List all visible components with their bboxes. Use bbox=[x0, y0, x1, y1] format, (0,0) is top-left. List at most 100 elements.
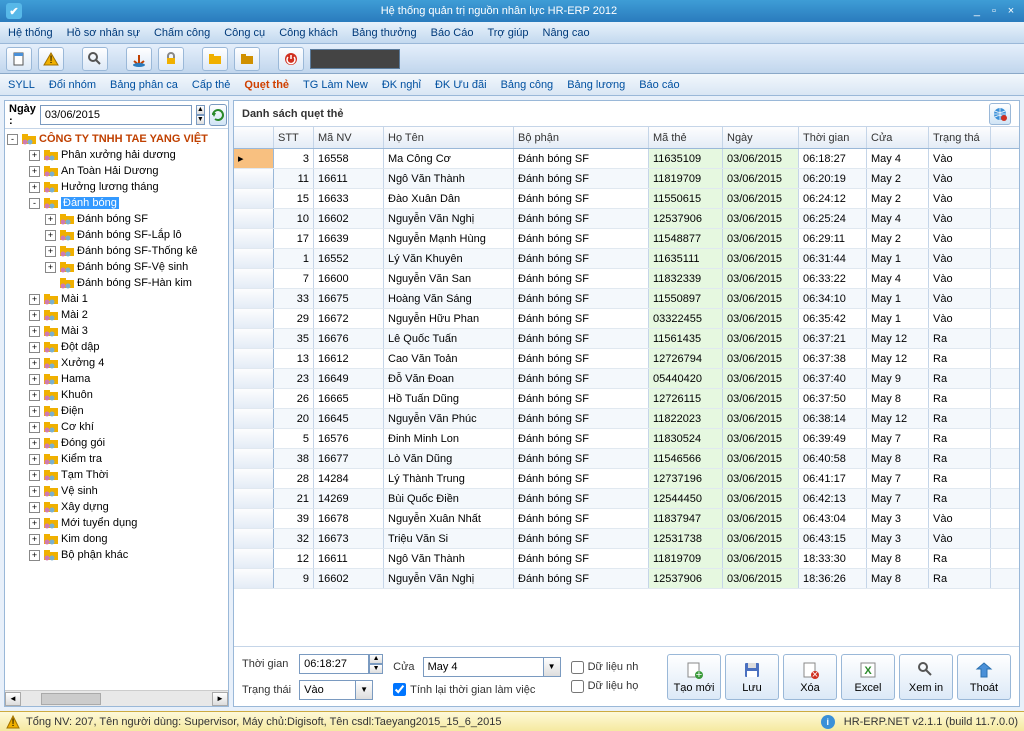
table-row[interactable]: 116552Lý Văn KhuyênĐánh bóng SF116351110… bbox=[234, 249, 1019, 269]
col-Mã thẻ[interactable]: Mã thẻ bbox=[649, 127, 723, 148]
tree-node[interactable]: +Mài 1 bbox=[7, 291, 226, 307]
table-row[interactable]: 516576Đinh Minh LonĐánh bóng SF118305240… bbox=[234, 429, 1019, 449]
tree-node[interactable]: +Kiểm tra bbox=[7, 451, 226, 467]
tab-Bảng phân ca[interactable]: Bảng phân ca bbox=[110, 79, 178, 91]
tree-node[interactable]: +Mài 2 bbox=[7, 307, 226, 323]
date-spinner[interactable]: ▲▼ bbox=[196, 105, 205, 125]
tree-node[interactable]: +Mài 3 bbox=[7, 323, 226, 339]
tree-node[interactable]: +Đột dập bbox=[7, 339, 226, 355]
table-row[interactable]: 1216611Ngô Văn ThànhĐánh bóng SF11819709… bbox=[234, 549, 1019, 569]
tree-node[interactable]: +Tạm Thời bbox=[7, 467, 226, 483]
table-row[interactable]: 716600Nguyễn Văn SanĐánh bóng SF11832339… bbox=[234, 269, 1019, 289]
close-button[interactable]: × bbox=[1004, 5, 1018, 17]
status-dropdown-btn[interactable]: ▼ bbox=[355, 680, 373, 700]
tab-Đổi nhóm[interactable]: Đổi nhóm bbox=[49, 79, 96, 91]
menu-Bảng thưởng[interactable]: Bảng thưởng bbox=[352, 27, 417, 39]
menu-Chấm công[interactable]: Chấm công bbox=[154, 27, 210, 39]
minimize-button[interactable]: _ bbox=[970, 5, 984, 17]
table-row[interactable]: 916602Nguyễn Văn NghịĐánh bóng SF1253790… bbox=[234, 569, 1019, 589]
data-nh-checkbox[interactable] bbox=[571, 661, 584, 674]
tree-node[interactable]: +Hưởng lương tháng bbox=[7, 179, 226, 195]
table-row[interactable]: 3316675Hoàng Văn SángĐánh bóng SF1155089… bbox=[234, 289, 1019, 309]
exit-button[interactable]: Thoát bbox=[957, 654, 1011, 700]
table-row[interactable]: 3516676Lê Quốc TuấnĐánh bóng SF115614350… bbox=[234, 329, 1019, 349]
table-row[interactable]: 3816677Lò Văn DũngĐánh bóng SF1154656603… bbox=[234, 449, 1019, 469]
table-row[interactable]: 3216673Triệu Văn SiĐánh bóng SF125317380… bbox=[234, 529, 1019, 549]
tree-node[interactable]: +Kim dong bbox=[7, 531, 226, 547]
tree-root[interactable]: -CÔNG TY TNHH TAE YANG VIỆT bbox=[7, 131, 226, 147]
time-spinner[interactable]: ▲▼ bbox=[369, 654, 383, 674]
menu-Hồ sơ nhân sự[interactable]: Hồ sơ nhân sự bbox=[67, 27, 140, 39]
tree-node[interactable]: Đánh bóng SF-Hàn kim bbox=[7, 275, 226, 291]
table-row[interactable]: 3916678Nguyễn Xuân NhấtĐánh bóng SF11837… bbox=[234, 509, 1019, 529]
menu-Trợ giúp[interactable]: Trợ giúp bbox=[487, 27, 528, 39]
refresh-button[interactable] bbox=[209, 104, 227, 126]
col-Cửa[interactable]: Cửa bbox=[867, 127, 929, 148]
grid-body[interactable]: ▸316558Ma Công CơĐánh bóng SF1163510903/… bbox=[234, 149, 1019, 646]
tab-ĐK nghỉ[interactable]: ĐK nghỉ bbox=[382, 79, 421, 91]
tab-SYLL[interactable]: SYLL bbox=[8, 79, 35, 91]
lock-button[interactable] bbox=[158, 47, 184, 71]
time-input[interactable] bbox=[299, 654, 369, 674]
table-row[interactable]: 2916672Nguyễn Hữu PhanĐánh bóng SF033224… bbox=[234, 309, 1019, 329]
col-Mã NV[interactable]: Mã NV bbox=[314, 127, 384, 148]
tree-node[interactable]: +Đánh bóng SF-Vệ sinh bbox=[7, 259, 226, 275]
excel-button[interactable]: XExcel bbox=[841, 654, 895, 700]
maximize-button[interactable]: ▫ bbox=[987, 5, 1001, 17]
data-grid[interactable]: STTMã NVHọ TênBộ phậnMã thẻNgàyThời gian… bbox=[234, 127, 1019, 646]
door-select[interactable] bbox=[423, 657, 543, 677]
toolbar-search-input[interactable] bbox=[310, 49, 400, 69]
tab-ĐK Ưu đãi[interactable]: ĐK Ưu đãi bbox=[435, 79, 487, 91]
col-Ngày[interactable]: Ngày bbox=[723, 127, 799, 148]
table-row[interactable]: 2616665Hồ Tuấn DũngĐánh bóng SF127261150… bbox=[234, 389, 1019, 409]
tab-Báo cáo[interactable]: Báo cáo bbox=[639, 79, 679, 91]
col-STT[interactable]: STT bbox=[274, 127, 314, 148]
table-row[interactable]: 1016602Nguyễn Văn NghịĐánh bóng SF125379… bbox=[234, 209, 1019, 229]
menu-Công khách[interactable]: Công khách bbox=[279, 27, 338, 39]
globe-button[interactable] bbox=[989, 103, 1011, 125]
grid-columns[interactable]: STTMã NVHọ TênBộ phậnMã thẻNgàyThời gian… bbox=[234, 127, 1019, 149]
recalc-checkbox[interactable] bbox=[393, 683, 406, 696]
menu-Nâng cao[interactable]: Nâng cao bbox=[543, 27, 590, 39]
tab-Bảng lương[interactable]: Bảng lương bbox=[567, 79, 625, 91]
tab-Quẹt thẻ[interactable]: Quẹt thẻ bbox=[244, 79, 289, 91]
delete-button[interactable]: ×Xóa bbox=[783, 654, 837, 700]
tree-node[interactable]: +Hama bbox=[7, 371, 226, 387]
table-row[interactable]: 1316612Cao Văn ToảnĐánh bóng SF127267940… bbox=[234, 349, 1019, 369]
tree-node[interactable]: +Xưởng 4 bbox=[7, 355, 226, 371]
table-row[interactable]: 2316649Đỗ Văn ĐoanĐánh bóng SF0544042003… bbox=[234, 369, 1019, 389]
status-select[interactable] bbox=[299, 680, 355, 700]
tree-node[interactable]: +Bộ phận khác bbox=[7, 547, 226, 563]
tree-node[interactable]: +Xây dựng bbox=[7, 499, 226, 515]
door-dropdown-btn[interactable]: ▼ bbox=[543, 657, 561, 677]
warning-button[interactable]: ! bbox=[38, 47, 64, 71]
tree-node[interactable]: +Đánh bóng SF bbox=[7, 211, 226, 227]
tree-node[interactable]: +Điện bbox=[7, 403, 226, 419]
tree-node[interactable]: +Cơ khí bbox=[7, 419, 226, 435]
new-doc-button[interactable] bbox=[6, 47, 32, 71]
new-button[interactable]: +Tạo mới bbox=[667, 654, 721, 700]
folder2-button[interactable] bbox=[234, 47, 260, 71]
tab-Cấp thẻ[interactable]: Cấp thẻ bbox=[192, 79, 231, 91]
tab-Bảng công[interactable]: Bảng công bbox=[501, 79, 554, 91]
table-row[interactable]: 1516633Đào Xuân DânĐánh bóng SF115506150… bbox=[234, 189, 1019, 209]
tree-node[interactable]: +Vệ sinh bbox=[7, 483, 226, 499]
table-row[interactable]: 1116611Ngô Văn ThànhĐánh bóng SF11819709… bbox=[234, 169, 1019, 189]
date-input[interactable] bbox=[40, 105, 192, 125]
table-row[interactable]: 2016645Nguyễn Văn PhúcĐánh bóng SF118220… bbox=[234, 409, 1019, 429]
table-row[interactable]: 2814284Lý Thành TrungĐánh bóng SF1273719… bbox=[234, 469, 1019, 489]
menu-Hệ thống[interactable]: Hệ thống bbox=[8, 27, 53, 39]
tree-node[interactable]: +Đánh bóng SF-Thống kê bbox=[7, 243, 226, 259]
col-Thời gian[interactable]: Thời gian bbox=[799, 127, 867, 148]
tree-node[interactable]: +Khuôn bbox=[7, 387, 226, 403]
table-row[interactable]: 2114269Bùi Quốc ĐiềnĐánh bóng SF12544450… bbox=[234, 489, 1019, 509]
tab-TG Làm New[interactable]: TG Làm New bbox=[303, 79, 368, 91]
col-Họ Tên[interactable]: Họ Tên bbox=[384, 127, 514, 148]
org-tree[interactable]: -CÔNG TY TNHH TAE YANG VIỆT+Phân xưởng h… bbox=[5, 129, 228, 690]
table-row[interactable]: 1716639Nguyễn Mạnh HùngĐánh bóng SF11548… bbox=[234, 229, 1019, 249]
search-button[interactable] bbox=[82, 47, 108, 71]
tree-node[interactable]: -Đánh bóng bbox=[7, 195, 226, 211]
menu-Công cụ[interactable]: Công cụ bbox=[224, 27, 265, 39]
tree-node[interactable]: +Đánh bóng SF-Lắp lô bbox=[7, 227, 226, 243]
import-button[interactable] bbox=[126, 47, 152, 71]
